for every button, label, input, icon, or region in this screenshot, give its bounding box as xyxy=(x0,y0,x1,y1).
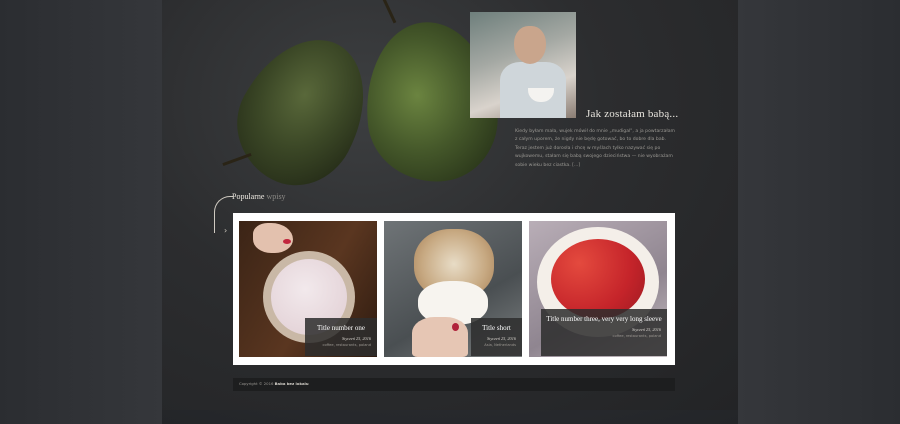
popular-post-card[interactable]: Title number three, very very long sleev… xyxy=(529,221,667,357)
post-card-tags[interactable]: coffee, restaurants, poland xyxy=(305,343,377,347)
pear-image xyxy=(215,17,391,205)
post-card-caption: Title number one Styczeń 25, 2016 coffee… xyxy=(305,318,377,356)
featured-post-image[interactable] xyxy=(470,12,576,118)
fingernail xyxy=(452,323,459,331)
footer-brand-link[interactable]: Baba bez lokalu xyxy=(275,381,309,386)
popular-post-card[interactable]: Title number one Styczeń 25, 2016 coffee… xyxy=(239,221,377,357)
post-card-title[interactable]: Title number three, very very long sleev… xyxy=(541,315,667,324)
pear-stem xyxy=(382,0,397,24)
copyright-text: Copyright © 2016 xyxy=(239,381,274,386)
popular-heading-main: Popularne xyxy=(232,192,265,201)
strawberries-topping xyxy=(551,239,645,319)
fingernail xyxy=(283,239,291,244)
popular-posts-panel: Title number one Styczeń 25, 2016 coffee… xyxy=(233,213,675,365)
post-card-date: Styczeń 25, 2016 xyxy=(487,336,516,341)
post-card-tags[interactable]: Asia, Netherlands xyxy=(471,343,522,347)
post-card-title[interactable]: Title short xyxy=(471,324,522,333)
featured-post-excerpt: Kiedy byłam mała, wujek mówił do mnie „m… xyxy=(515,129,675,168)
footer-copyright: Copyright © 2016 Baba bez lokalu xyxy=(239,381,309,386)
featured-post-title[interactable]: Jak zostałam babą... xyxy=(586,108,736,120)
arrow-head-icon: › xyxy=(224,226,228,235)
post-card-date: Styczeń 25, 2016 xyxy=(632,327,661,332)
hand-image xyxy=(412,317,468,357)
post-card-title[interactable]: Title number one xyxy=(305,324,377,333)
blog-page: Jak zostałam babą... Kiedy byłam mała, w… xyxy=(162,0,738,410)
post-card-date: Styczeń 25, 2016 xyxy=(342,336,371,341)
post-card-tags[interactable]: coffee, restaurants, poland xyxy=(541,334,667,338)
featured-photo-person-head xyxy=(514,26,546,64)
popular-post-card[interactable]: Title short Styczeń 25, 2016 Asia, Nethe… xyxy=(384,221,522,357)
post-card-caption: Title short Styczeń 25, 2016 Asia, Nethe… xyxy=(471,318,522,356)
left-blurred-background xyxy=(0,0,162,424)
popular-heading-muted: wpisy xyxy=(266,192,286,201)
right-blurred-background xyxy=(738,0,900,424)
pear-stem xyxy=(222,152,252,167)
footer: Copyright © 2016 Baba bez lokalu xyxy=(233,378,675,391)
post-card-caption: Title number three, very very long sleev… xyxy=(541,309,667,356)
popular-posts-heading: Popularne wpisy xyxy=(232,192,286,201)
hand-image xyxy=(253,223,293,253)
